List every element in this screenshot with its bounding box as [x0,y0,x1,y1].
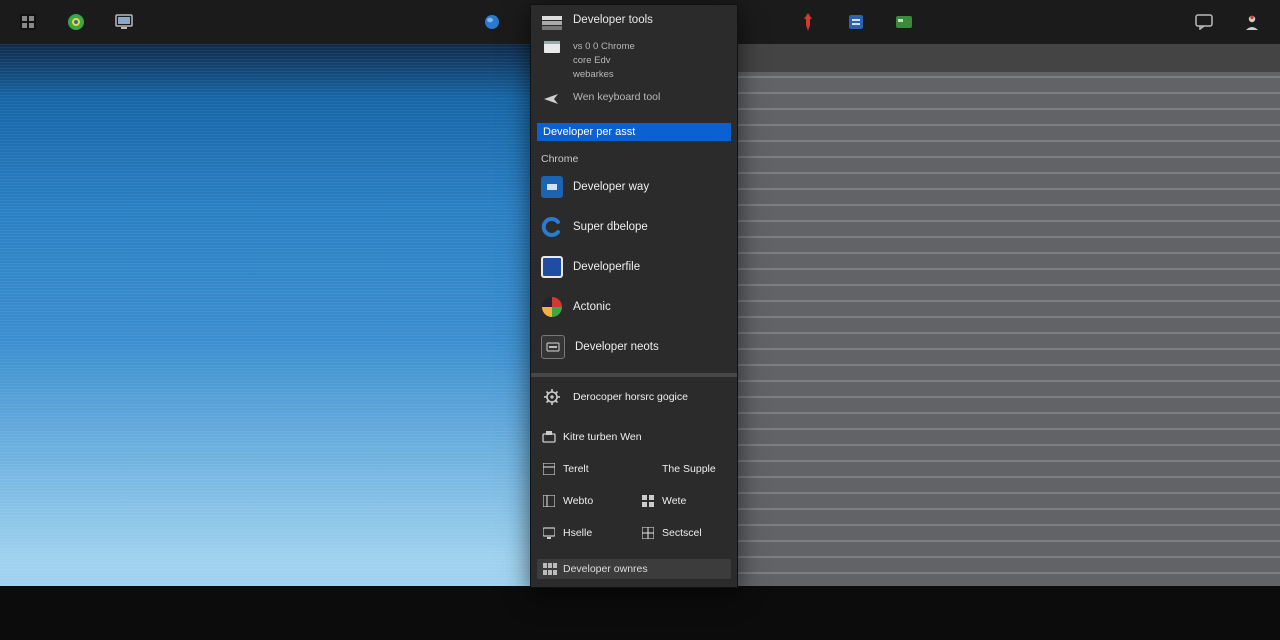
subline: vs 0 0 Chrome [573,41,635,53]
subline: webarkes [573,69,635,81]
grid-item-label: Hselle [563,527,592,539]
app-item-label: Developerfile [573,261,640,273]
grid-item-label: The Supple [662,463,716,475]
grid-item-label: Webto [563,495,593,507]
grid-item-supple[interactable]: The Supple [636,453,731,485]
app-item-developerfile[interactable]: Developerfile [531,247,737,287]
screen-icon [541,525,557,541]
panel-icon [541,493,557,509]
footer-label: Developer ownres [563,563,648,575]
best-match-item[interactable]: Developer tools [531,9,737,35]
tile-blue-icon [541,176,563,198]
keyboard-tool-label: Wen keyboard tool [573,91,660,103]
c-blue-icon [541,216,563,238]
bottom-grid: Kitre turben Wen Terelt The Supple Webto… [531,421,737,555]
grid-item-webto[interactable]: Webto [537,485,632,517]
section-header: Chrome [531,147,737,167]
window-behind [735,44,1280,586]
tray-icon [541,429,557,445]
grid-item-label: Kitre turben Wen [563,431,642,443]
bottom-item-gogice[interactable]: Derocoper horsrc gogice [531,377,737,417]
grid-item-label: Wete [662,495,686,507]
app-item-developer-way[interactable]: Developer way [531,167,737,207]
start-menu-footer[interactable]: Developer ownres [537,559,731,579]
start-button[interactable] [16,10,40,34]
grid-item-terelt[interactable]: Terelt [537,453,632,485]
app-item-label: Developer neots [575,341,659,353]
app-item-actonic[interactable]: Actonic [531,287,737,327]
grid-item-kitre[interactable]: Kitre turben Wen [537,421,731,453]
grid-item-label: Terelt [563,463,589,475]
app-item-label: Super dbelope [573,221,648,233]
taskbar-user-icon[interactable] [1240,10,1264,34]
send-icon [541,91,563,107]
bottom-bar [0,586,1280,640]
app-item-developer-neots[interactable]: Developer neots [531,327,737,367]
taskbar-app-pin-icon[interactable] [796,10,820,34]
grid4-icon [640,493,656,509]
grid-item-wete[interactable]: Wete [636,485,731,517]
taskbar-app-chrome-icon[interactable] [64,10,88,34]
start-menu: Developer tools vs 0 0 Chrome core Edv w… [530,4,738,588]
best-match-title: Developer tools [573,13,653,27]
app-list: Developer way Super dbelope Developerfil… [531,167,737,371]
gear-icon [541,386,563,408]
blank-icon [640,461,656,477]
bottom-list: Derocoper horsrc gogice [531,377,737,421]
best-match-sublines: vs 0 0 Chrome core Edv webarkes [531,35,737,85]
doc-small-icon [541,39,563,55]
start-search [537,123,731,141]
panel-icon [541,461,557,477]
grid-item-label: Sectscel [662,527,702,539]
swirl-icon [541,296,563,318]
wallpaper-left [0,44,530,586]
apps-icon [543,563,557,575]
app-item-label: Developer way [573,181,649,193]
card-dark-icon [541,335,565,359]
subline: core Edv [573,55,635,67]
bottom-item-label: Derocoper horsrc gogice [573,391,688,403]
keyboard-tool-item[interactable]: Wen keyboard tool [531,85,737,111]
taskbar-app-card-icon[interactable] [892,10,916,34]
taskbar-chat-icon[interactable] [1192,10,1216,34]
doc-blue-icon [541,256,563,278]
taskbar-app-ball-icon[interactable] [480,10,504,34]
window-stack-icon [541,15,563,31]
grid-item-sectscel[interactable]: Sectscel [636,517,731,549]
taskbar-app-tile-icon[interactable] [844,10,868,34]
grid-item-hselle[interactable]: Hselle [537,517,632,549]
app-item-label: Actonic [573,301,611,313]
app-item-super-dbelope[interactable]: Super dbelope [531,207,737,247]
taskbar-app-monitor-icon[interactable] [112,10,136,34]
search-input[interactable] [537,123,731,141]
start-menu-top: Developer tools vs 0 0 Chrome core Edv w… [531,5,737,117]
grid4b-icon [640,525,656,541]
